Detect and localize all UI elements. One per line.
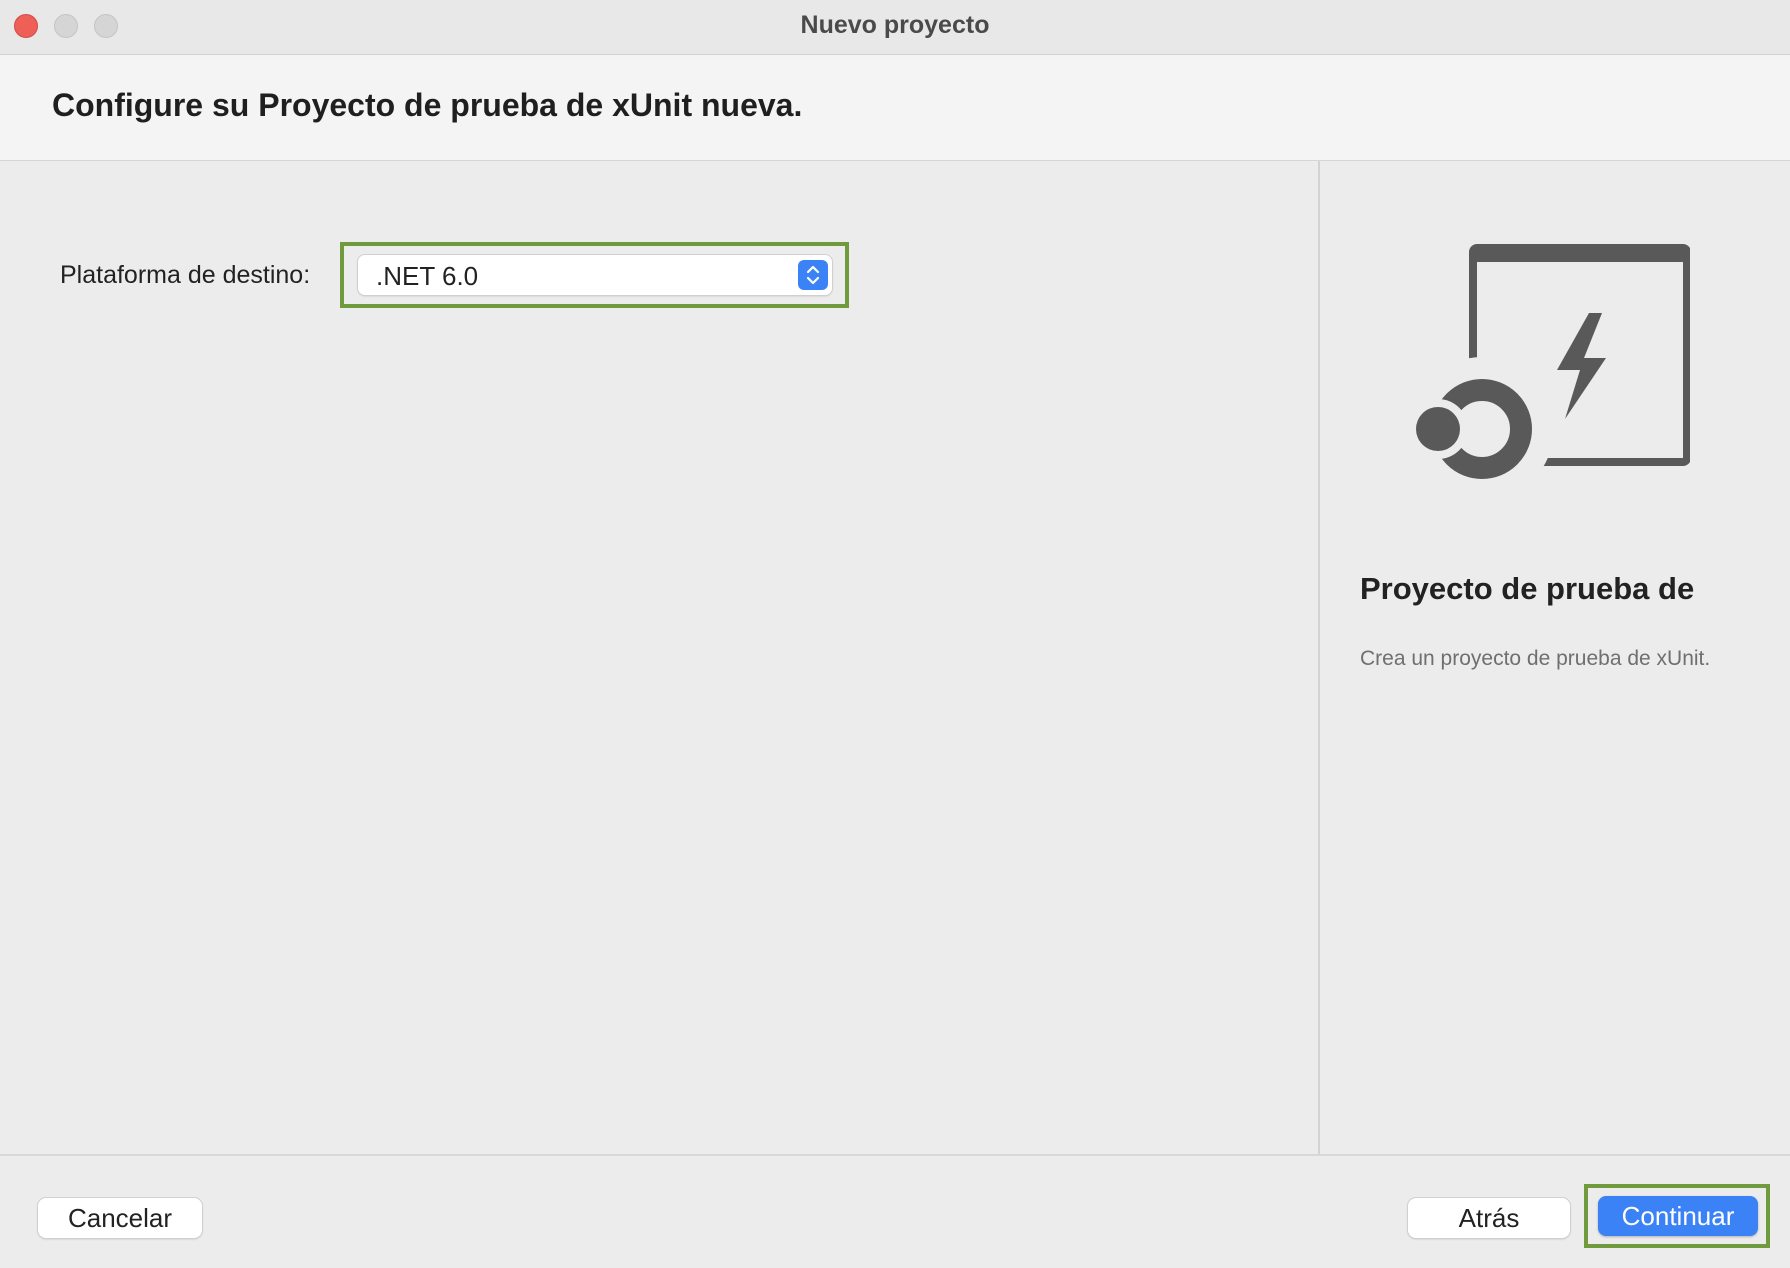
title-bar: Nuevo proyecto [0,0,1790,55]
target-platform-value: .NET 6.0 [376,261,479,291]
page-title: Configure su Proyecto de prueba de xUnit… [52,87,803,123]
target-platform-highlight: .NET 6.0 [340,242,849,308]
configuration-pane: Plataforma de destino: .NET 6.0 [0,161,1318,1154]
target-platform-select[interactable]: .NET 6.0 [358,255,832,295]
continue-button[interactable]: Continuar [1598,1196,1758,1236]
chevron-up-down-icon [798,260,828,290]
cancel-button[interactable]: Cancelar [38,1198,202,1238]
dialog-footer: Cancelar Atrás Continuar [0,1154,1790,1268]
target-platform-label: Plataforma de destino: [60,261,311,289]
window-title: Nuevo proyecto [800,11,990,39]
continue-highlight: Continuar [1584,1184,1770,1248]
template-info-pane: Proyecto de prueba de Crea un proyecto d… [1320,161,1790,1154]
new-project-dialog: Nuevo proyecto Configure su Proyecto de … [0,0,1790,1268]
template-name: Proyecto de prueba de [1360,571,1695,606]
dialog-header: Configure su Proyecto de prueba de xUnit… [0,55,1790,161]
template-description: Crea un proyecto de prueba de xUnit. [1360,647,1711,670]
back-button[interactable]: Atrás [1408,1198,1570,1238]
xunit-test-project-icon [1370,241,1691,501]
